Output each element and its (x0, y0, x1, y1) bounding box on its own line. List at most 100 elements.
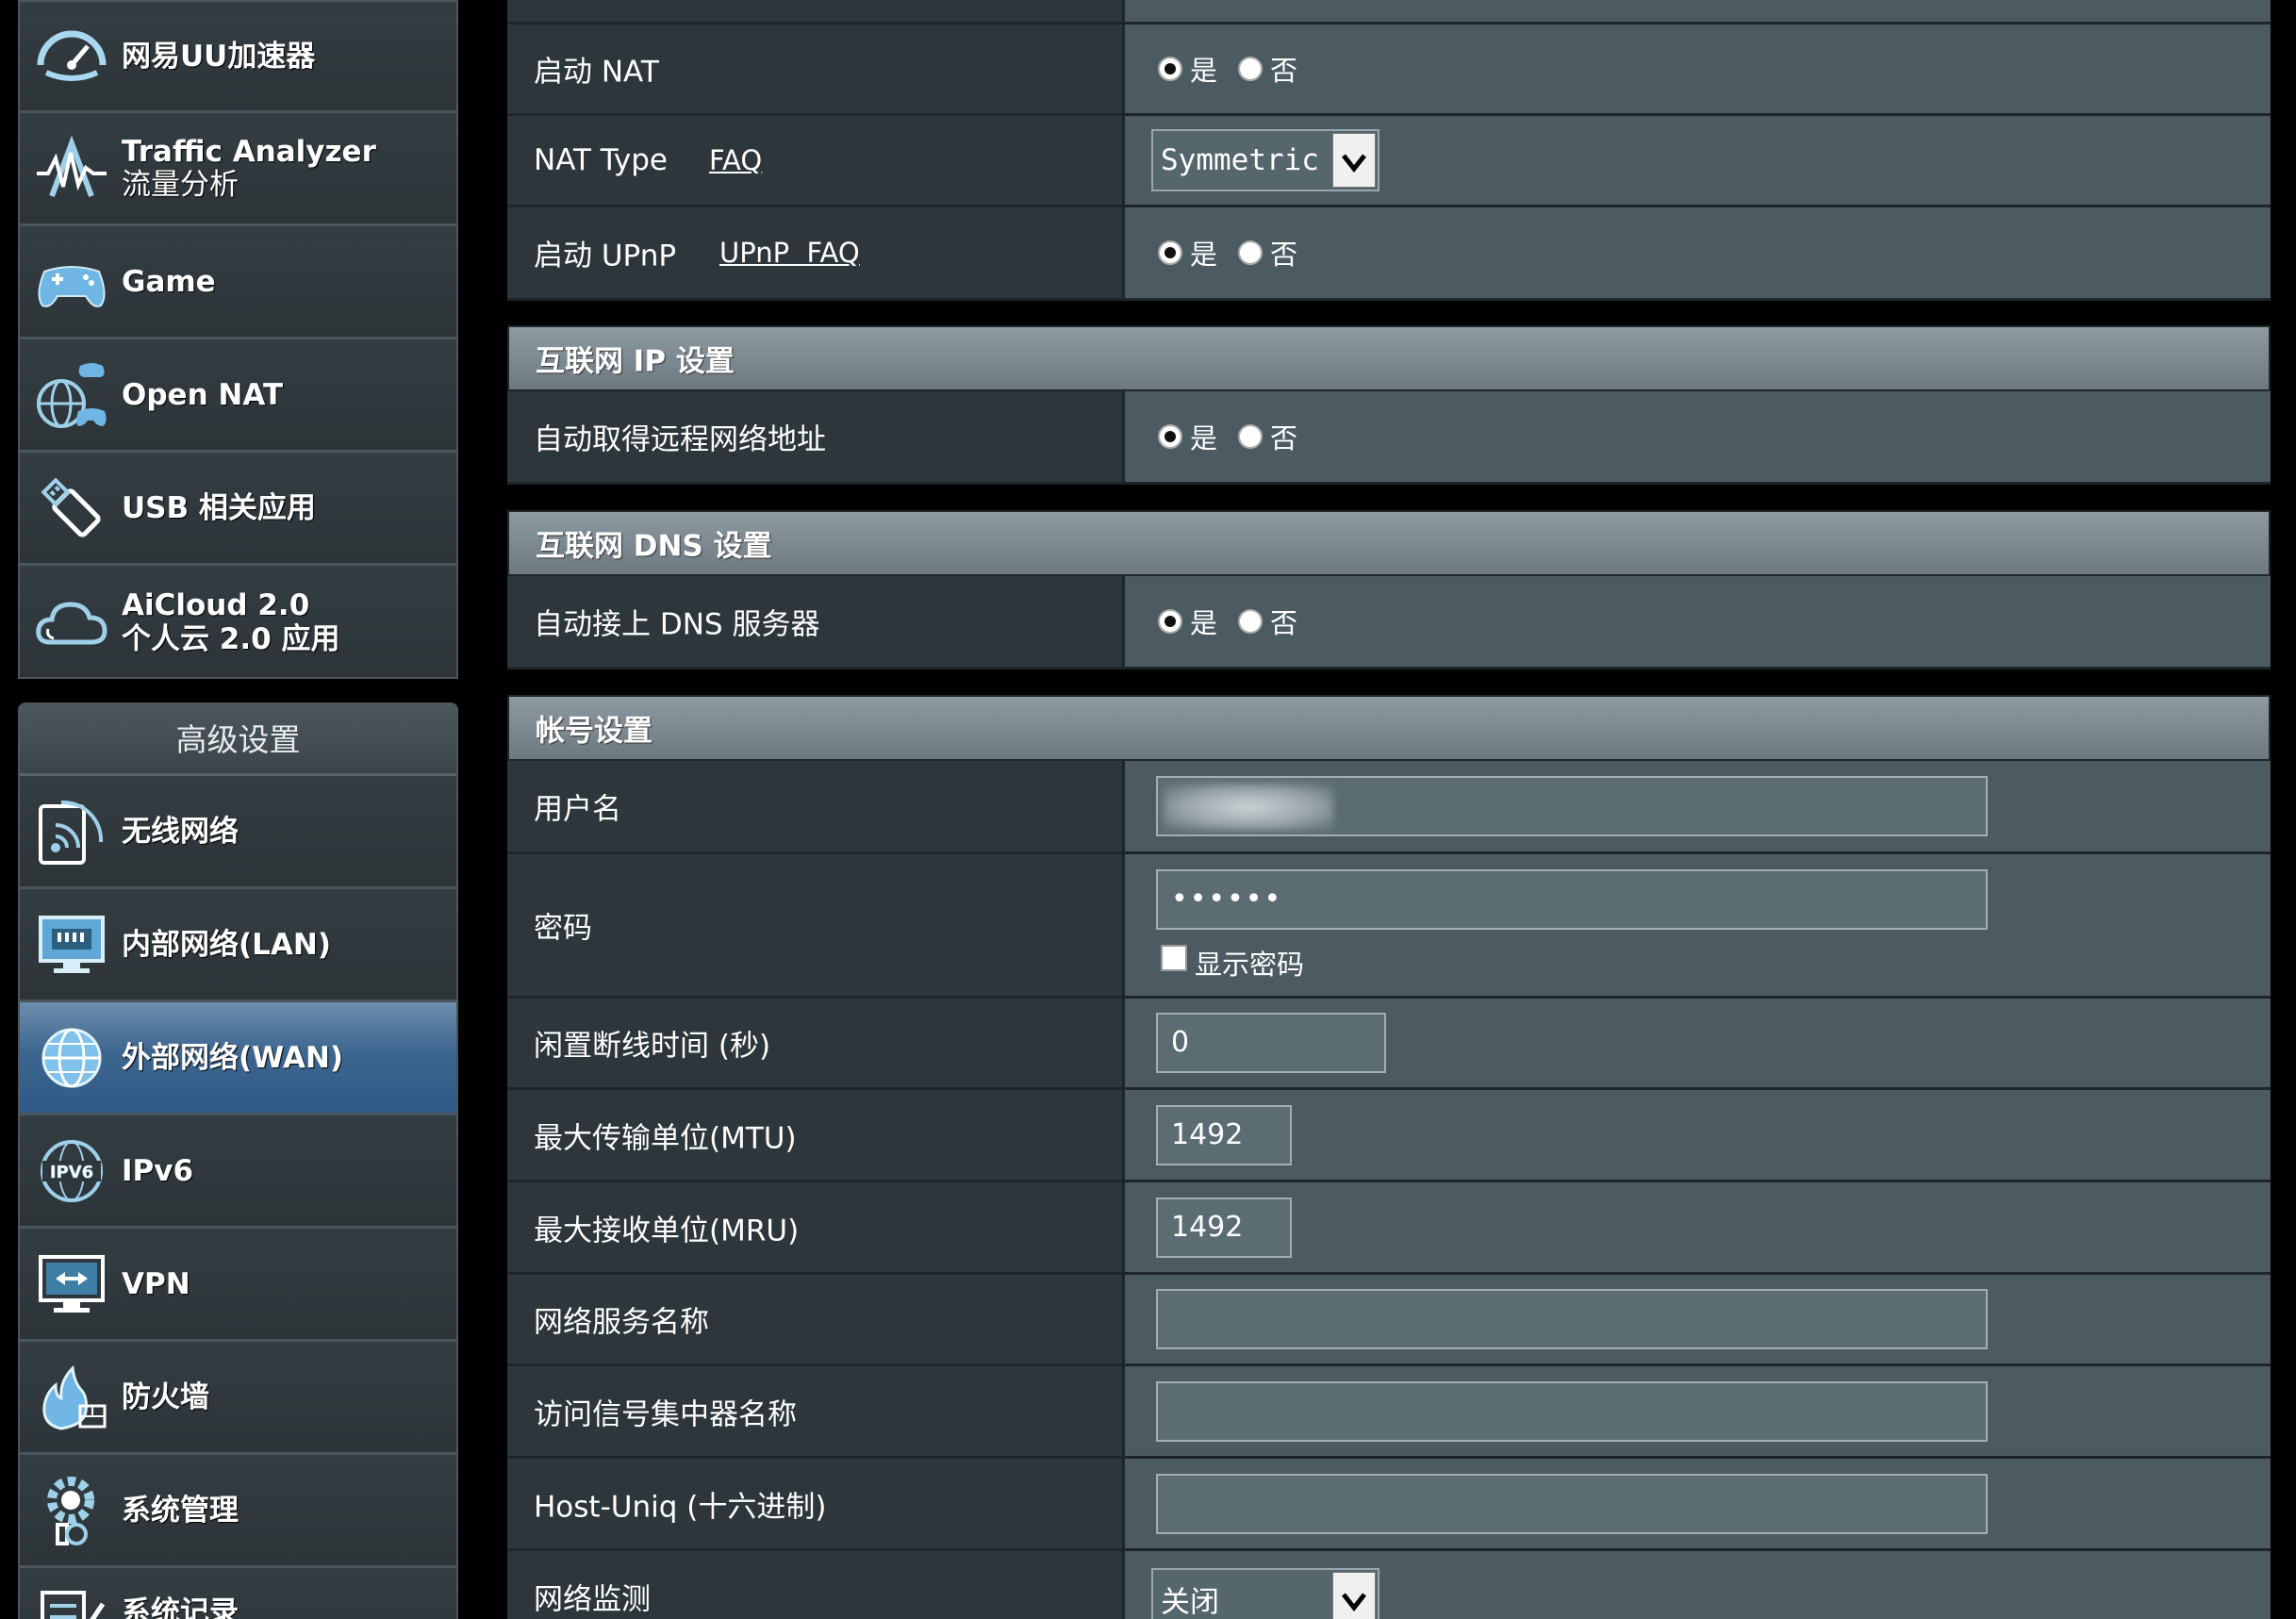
sidebar-item-label: Traffic Analyzer 流量分析 (122, 135, 376, 202)
mru-input[interactable]: 1492 (1156, 1197, 1292, 1258)
sidebar-item-wireless[interactable]: 无线网络 (20, 776, 456, 889)
value-cell: 1492 (1125, 1182, 2271, 1272)
sidebar-item-label: 防火墙 (122, 1379, 209, 1414)
row-username: 用户名 (507, 761, 2271, 854)
chevron-down-icon[interactable] (1332, 133, 1376, 188)
value-cell (1125, 761, 2271, 851)
nat-type-select[interactable]: Symmetric (1151, 129, 1379, 191)
value-cell: 是 否 (1125, 391, 2271, 482)
sidebar-item-system-log[interactable]: 系统记录 (20, 1568, 456, 1619)
ac-name-label: 访问信号集中器名称 (534, 1397, 797, 1431)
row-mtu: 最大传输单位(MTU) 1492 (507, 1090, 2271, 1182)
auto-ip-no-radio[interactable] (1238, 424, 1264, 449)
sidebar-item-firewall[interactable]: 防火墙 (20, 1342, 456, 1455)
label-cell: 用户名 (507, 761, 1125, 851)
username-label: 用户名 (534, 792, 621, 827)
row-nat-type: NAT Type FAQ Symmetric (507, 116, 2271, 207)
row-auto-dns: 自动接上 DNS 服务器 是 否 (507, 576, 2271, 669)
log-icon (41, 1590, 106, 1619)
sidebar-item-traffic-analyzer[interactable]: Traffic Analyzer 流量分析 (20, 113, 456, 226)
show-password-checkbox[interactable] (1161, 945, 1187, 971)
redacted-username (1164, 784, 1333, 831)
sidebar-item-label: 内部网络(LAN) (122, 927, 332, 962)
account-section-header: 帐号设置 (507, 695, 2271, 761)
sidebar-item-uu-accelerator[interactable]: 网易UU加速器 (20, 2, 456, 113)
sidebar-item-label: 网易UU加速器 (122, 39, 316, 74)
auto-dns-no-radio[interactable] (1238, 609, 1264, 634)
mtu-value: 1492 (1171, 1117, 1244, 1151)
globe-gamepad-icon (37, 362, 107, 428)
enable-upnp-no-radio[interactable] (1238, 240, 1264, 265)
mru-label: 最大接收单位(MRU) (534, 1214, 800, 1247)
nat-type-select-value: Symmetric (1161, 143, 1319, 177)
sidebar-item-administration[interactable]: 系统管理 (20, 1455, 456, 1568)
value-cell (1125, 1459, 2271, 1548)
auto-ip-yes-radio[interactable] (1158, 424, 1182, 449)
password-input[interactable]: •••••• (1156, 869, 1988, 930)
username-input[interactable] (1156, 776, 1988, 836)
auto-ip-label: 自动取得远程网络地址 (534, 422, 826, 457)
row-ac-name: 访问信号集中器名称 (507, 1366, 2271, 1459)
radio-label: 是 (1190, 239, 1218, 271)
sidebar-item-label: USB 相关应用 (122, 490, 316, 525)
sidebar-item-ipv6[interactable]: IPV6 IPv6 (20, 1115, 456, 1229)
network-monitor-select-value: 关闭 (1161, 1585, 1219, 1619)
idle-timeout-input[interactable]: 0 (1156, 1013, 1386, 1073)
sidebar-item-game[interactable]: Game (20, 226, 456, 339)
sidebar-item-lan[interactable]: 内部网络(LAN) (20, 889, 456, 1002)
mtu-label: 最大传输单位(MTU) (534, 1121, 797, 1155)
mru-value: 1492 (1171, 1210, 1244, 1244)
row-network-monitor: 网络监测 关闭 (507, 1551, 2271, 1619)
vpn-monitor-icon (39, 1254, 105, 1313)
row-password: 密码 •••••• 显示密码 (507, 854, 2271, 999)
host-uniq-input[interactable] (1156, 1473, 1988, 1534)
password-value: •••••• (1171, 883, 1283, 916)
password-label: 密码 (534, 911, 592, 946)
value-cell: 是 否 (1125, 207, 2271, 298)
label-cell: 闲置断线时间 (秒) (507, 999, 1125, 1087)
network-monitor-select[interactable]: 关闭 (1151, 1568, 1379, 1619)
value-cell: 是 否 (1125, 576, 2271, 667)
value-cell: 1492 (1125, 1090, 2271, 1180)
sidebar-item-open-nat[interactable]: Open NAT (20, 339, 456, 453)
enable-nat-no-radio[interactable] (1238, 57, 1264, 81)
auto-dns-yes-radio[interactable] (1158, 609, 1182, 634)
sidebar-item-wan[interactable]: 外部网络(WAN) (20, 1002, 456, 1115)
internet-dns-section-header: 互联网 DNS 设置 (507, 510, 2271, 576)
sidebar-item-usb[interactable]: USB 相关应用 (20, 453, 456, 566)
sidebar-item-label: 外部网络(WAN) (122, 1040, 344, 1075)
auto-dns-radio-group: 是 否 (1158, 602, 1318, 641)
sidebar-item-subtitle: 流量分析 (122, 167, 239, 202)
value-cell: •••••• 显示密码 (1125, 854, 2271, 996)
label-cell: 访问信号集中器名称 (507, 1366, 1125, 1456)
row-service-name: 网络服务名称 (507, 1275, 2271, 1366)
enable-upnp-radio-group: 是 否 (1158, 233, 1318, 273)
radio-label: 否 (1270, 55, 1298, 87)
label-cell: 自动接上 DNS 服务器 (507, 576, 1125, 667)
sidebar-item-aicloud[interactable]: AiCloud 2.0 个人云 2.0 应用 (20, 566, 456, 677)
nat-type-faq-link[interactable]: FAQ (709, 144, 762, 176)
service-name-input[interactable] (1156, 1289, 1988, 1349)
sidebar-item-label: 系统记录 (122, 1594, 239, 1619)
lan-monitor-icon (39, 915, 105, 973)
advanced-settings-header: 高级设置 (20, 704, 456, 776)
mtu-input[interactable]: 1492 (1156, 1104, 1292, 1165)
chevron-down-icon[interactable] (1332, 1572, 1376, 1619)
radio-label: 否 (1270, 239, 1298, 271)
enable-upnp-yes-radio[interactable] (1158, 240, 1182, 265)
label-cell: 网络服务名称 (507, 1275, 1125, 1363)
value-cell: Symmetric (1125, 116, 2271, 205)
upnp-faq-link[interactable]: UPnP FAQ (719, 237, 860, 269)
sidebar-item-vpn[interactable]: VPN (20, 1229, 456, 1342)
row-idle-timeout: 闲置断线时间 (秒) 0 (507, 999, 2271, 1090)
radio-label: 否 (1270, 422, 1298, 454)
sidebar-item-label: AiCloud 2.0 个人云 2.0 应用 (122, 588, 340, 656)
uu-gauge-icon (37, 30, 107, 81)
enable-nat-yes-radio[interactable] (1158, 57, 1182, 81)
auto-ip-radio-group: 是 否 (1158, 417, 1318, 456)
radio-label: 否 (1270, 607, 1298, 639)
internet-ip-section-header: 互联网 IP 设置 (507, 325, 2271, 391)
value-cell: 关闭 (1125, 1551, 2271, 1619)
ac-name-input[interactable] (1156, 1380, 1988, 1442)
sidebar-general-group: 网易UU加速器 Traffic Analyzer 流量分析 Game Open … (18, 0, 458, 679)
